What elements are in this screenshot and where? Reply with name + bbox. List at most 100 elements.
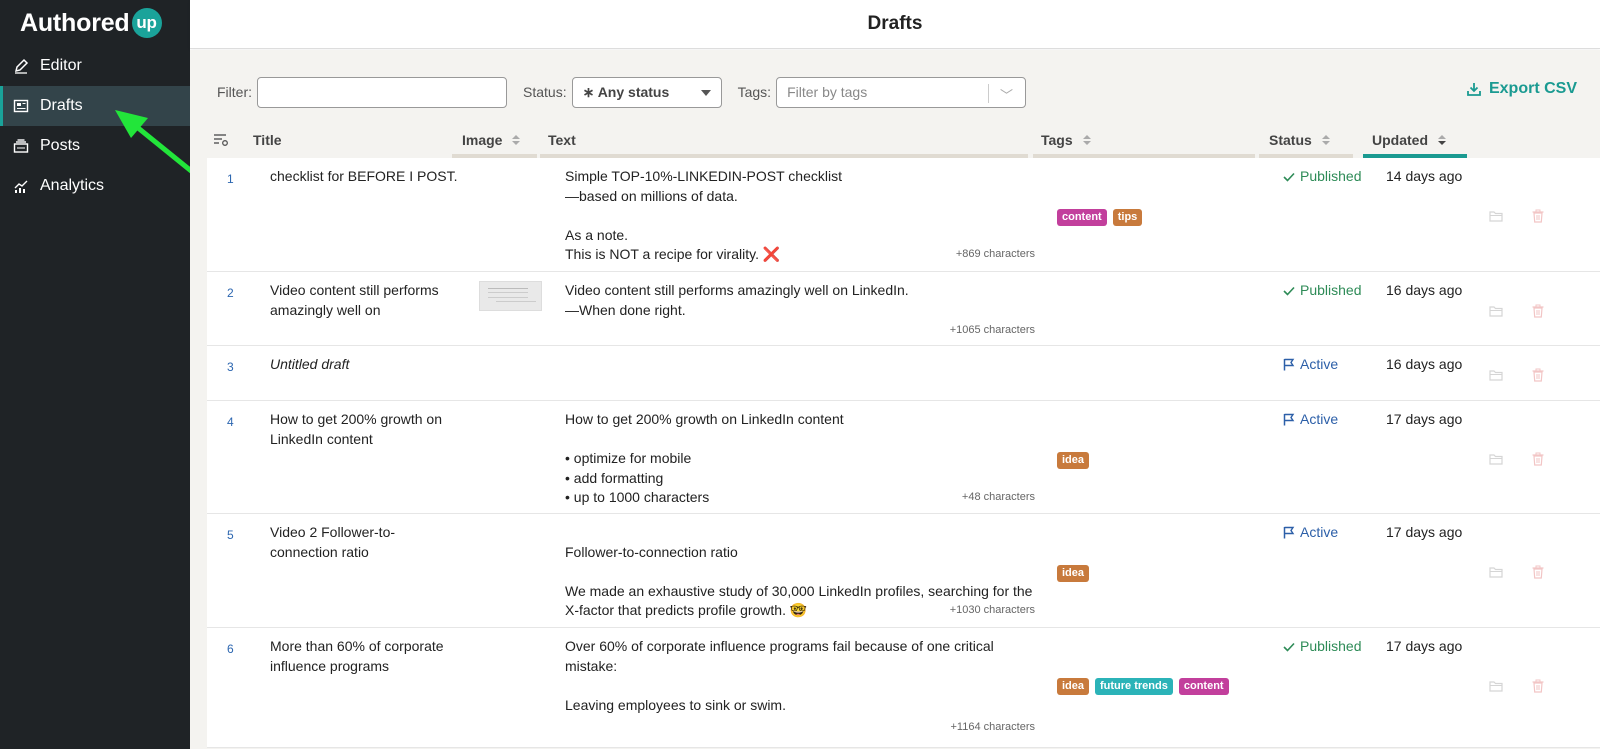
status-indicator: Active xyxy=(1283,410,1338,430)
tag-badge[interactable]: content xyxy=(1178,678,1229,695)
folder-icon[interactable] xyxy=(1489,209,1503,223)
status-text: Active xyxy=(1300,356,1339,372)
tag-list: idea xyxy=(1057,565,1090,582)
tag-badge[interactable]: tips xyxy=(1112,209,1143,226)
status-text: Published xyxy=(1300,282,1362,298)
trash-icon[interactable] xyxy=(1531,565,1545,579)
filter-label: Filter: xyxy=(217,84,252,100)
row-actions xyxy=(1489,452,1545,466)
status-indicator: Active xyxy=(1283,355,1338,375)
check-icon xyxy=(1283,286,1295,296)
draft-title[interactable]: checklist for BEFORE I POST. xyxy=(270,167,460,187)
export-csv-label: Export CSV xyxy=(1488,80,1577,97)
filter-input[interactable] xyxy=(257,76,507,108)
tag-badge[interactable]: content xyxy=(1057,209,1107,226)
table-row[interactable]: 1 checklist for BEFORE I POST. Simple TOP-… xyxy=(207,158,1600,272)
folder-icon[interactable] xyxy=(1489,304,1503,318)
tags-select[interactable]: Filter by tags ﹀ xyxy=(776,76,1027,108)
sidebar-item-label: Drafts xyxy=(40,97,83,114)
sidebar-item-label: Editor xyxy=(40,57,82,74)
table-row[interactable]: 2 Video content still performs amazingly … xyxy=(207,272,1600,346)
row-number[interactable]: 1 xyxy=(227,170,234,190)
pencil-icon xyxy=(12,57,30,75)
table-row[interactable]: 6 More than 60% of corporate influence pr… xyxy=(207,628,1600,748)
table-row[interactable]: 3 Untitled draft Active 16 days ago xyxy=(207,346,1600,401)
tag-badge[interactable]: future trends xyxy=(1095,678,1173,695)
column-title[interactable]: Title xyxy=(253,122,282,158)
sort-desc-icon xyxy=(1438,135,1446,145)
sidebar-item-label: Analytics xyxy=(40,177,105,194)
trash-icon[interactable] xyxy=(1531,452,1545,466)
app-logo[interactable]: Authored up xyxy=(0,0,190,46)
updated-time: 14 days ago xyxy=(1386,168,1463,184)
page-title: Drafts xyxy=(867,13,923,34)
export-csv-button[interactable]: Export CSV xyxy=(1467,80,1577,98)
download-icon xyxy=(1467,83,1481,96)
folder-icon[interactable] xyxy=(1489,368,1503,382)
flag-icon xyxy=(1283,527,1295,539)
character-count: +1164 characters xyxy=(950,721,1036,733)
drafts-table: Title Image Text Tags Status Updated 1 ch… xyxy=(207,122,1600,748)
row-number[interactable]: 3 xyxy=(227,358,234,378)
status-indicator: Published xyxy=(1283,167,1362,187)
table-row[interactable]: 4 How to get 200% growth on LinkedIn cont… xyxy=(207,401,1600,514)
draft-title[interactable]: Video 2 Follower-to-connection ratio xyxy=(270,523,460,562)
updated-time: 17 days ago xyxy=(1386,524,1463,540)
sort-icon xyxy=(512,135,521,145)
row-number[interactable]: 5 xyxy=(227,526,234,546)
check-icon xyxy=(1283,172,1295,182)
drafts-icon xyxy=(12,97,30,115)
draft-title[interactable]: Untitled draft xyxy=(270,355,460,375)
tag-badge[interactable]: idea xyxy=(1057,452,1090,469)
draft-title[interactable]: More than 60% of corporate influence pro… xyxy=(270,637,460,676)
tags-label: Tags: xyxy=(737,84,772,100)
tag-list: idea xyxy=(1057,452,1090,469)
status-text: Published xyxy=(1300,168,1362,184)
tags-placeholder: Filter by tags xyxy=(787,84,868,100)
draft-title[interactable]: How to get 200% growth on LinkedIn conte… xyxy=(270,410,460,449)
sort-icon xyxy=(1321,135,1330,145)
column-image[interactable]: Image xyxy=(462,122,521,158)
character-count: +48 characters xyxy=(961,491,1035,503)
folder-icon[interactable] xyxy=(1489,565,1503,579)
trash-icon[interactable] xyxy=(1531,209,1545,223)
folder-icon[interactable] xyxy=(1489,679,1503,693)
draft-title[interactable]: Video content still performs amazingly w… xyxy=(270,281,460,320)
trash-icon[interactable] xyxy=(1531,304,1545,318)
row-number[interactable]: 6 xyxy=(227,640,234,660)
tag-badge[interactable]: idea xyxy=(1057,678,1090,695)
draft-text-preview[interactable]: Video content still performs amazingly w… xyxy=(565,281,1035,320)
status-select[interactable]: ∗ Any status xyxy=(571,76,722,108)
flag-icon xyxy=(1283,414,1295,426)
column-tags[interactable]: Tags xyxy=(1041,122,1091,158)
column-settings-icon[interactable] xyxy=(213,122,229,158)
divider xyxy=(988,83,990,103)
column-text[interactable]: Text xyxy=(548,122,576,158)
page-header: Drafts xyxy=(190,0,1600,49)
row-number[interactable]: 4 xyxy=(227,413,234,433)
trash-icon[interactable] xyxy=(1531,679,1545,693)
folder-icon[interactable] xyxy=(1489,452,1503,466)
status-text: Active xyxy=(1300,411,1339,427)
sidebar-item-label: Posts xyxy=(40,137,81,154)
status-label: Status: xyxy=(523,84,567,100)
row-number[interactable]: 2 xyxy=(227,284,234,304)
analytics-icon xyxy=(12,177,30,195)
character-count: +869 characters xyxy=(955,248,1035,260)
status-text: Active xyxy=(1300,524,1339,540)
table-body: 1 checklist for BEFORE I POST. Simple TOP-… xyxy=(207,158,1600,748)
table-row[interactable]: 5 Video 2 Follower-to-connection ratio Fo… xyxy=(207,514,1600,628)
character-count: +1030 characters xyxy=(949,604,1035,616)
column-updated[interactable]: Updated xyxy=(1372,122,1446,158)
sidebar-item-editor[interactable]: Editor xyxy=(0,46,190,86)
table-header: Title Image Text Tags Status Updated xyxy=(207,122,1600,158)
status-indicator: Published xyxy=(1283,281,1362,301)
column-status[interactable]: Status xyxy=(1269,122,1330,158)
draft-text-preview[interactable]: Over 60% of corporate influence programs… xyxy=(565,637,1035,715)
posts-icon xyxy=(12,137,30,155)
tag-badge[interactable]: idea xyxy=(1057,565,1090,582)
tag-list: idea future trends content xyxy=(1057,678,1229,695)
draft-thumbnail[interactable] xyxy=(479,281,542,311)
updated-time: 16 days ago xyxy=(1386,356,1463,372)
trash-icon[interactable] xyxy=(1531,368,1545,382)
